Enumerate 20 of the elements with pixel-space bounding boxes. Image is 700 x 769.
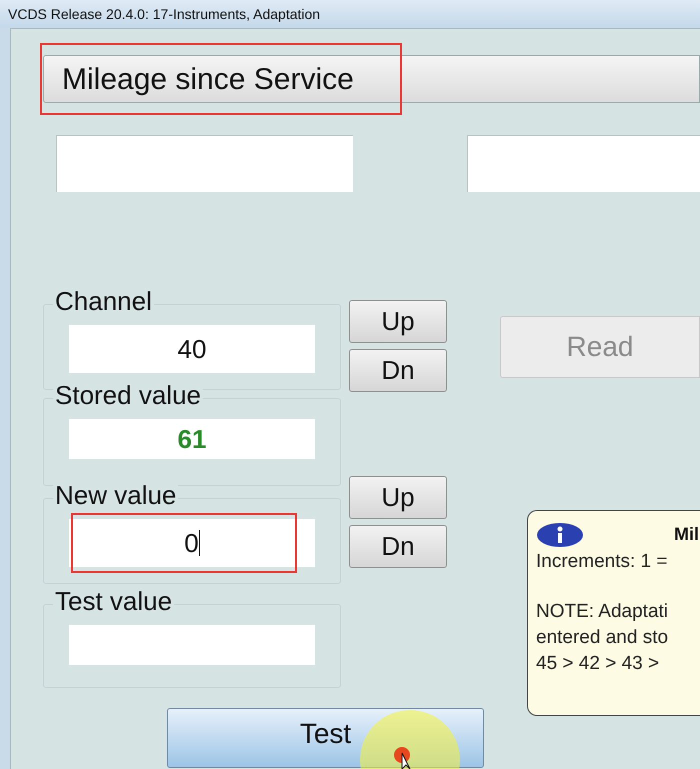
tooltip-text: entered and sto — [536, 626, 670, 650]
tooltip-text: NOTE: Adaptati — [536, 600, 670, 624]
info-icon — [536, 522, 584, 548]
test-value-field[interactable] — [69, 625, 315, 665]
channel-dropdown[interactable]: Mileage since Service — [43, 55, 700, 103]
field-value: 0 — [184, 530, 200, 556]
step-button[interactable]: Dn — [349, 525, 447, 568]
step-button[interactable]: Dn — [349, 349, 447, 392]
channel-field[interactable]: 40 — [69, 325, 315, 373]
stored-value-field: 61 — [69, 419, 315, 459]
new-value-field[interactable]: 0 — [69, 519, 315, 567]
window-title: VCDS Release 20.4.0: 17-Instruments, Adaptation — [8, 4, 320, 24]
tooltip-text: Increments: 1 = — [536, 550, 668, 574]
tooltip-title: Mil — [674, 523, 699, 546]
test-button[interactable]: Test — [167, 708, 484, 768]
step-button[interactable]: Up — [349, 476, 447, 519]
tooltip-text: 45 > 42 > 43 > — [536, 652, 660, 676]
step-button[interactable]: Up — [349, 300, 447, 343]
dropdown-value: Mileage since Service — [62, 62, 354, 98]
read-button: Read — [500, 316, 700, 378]
